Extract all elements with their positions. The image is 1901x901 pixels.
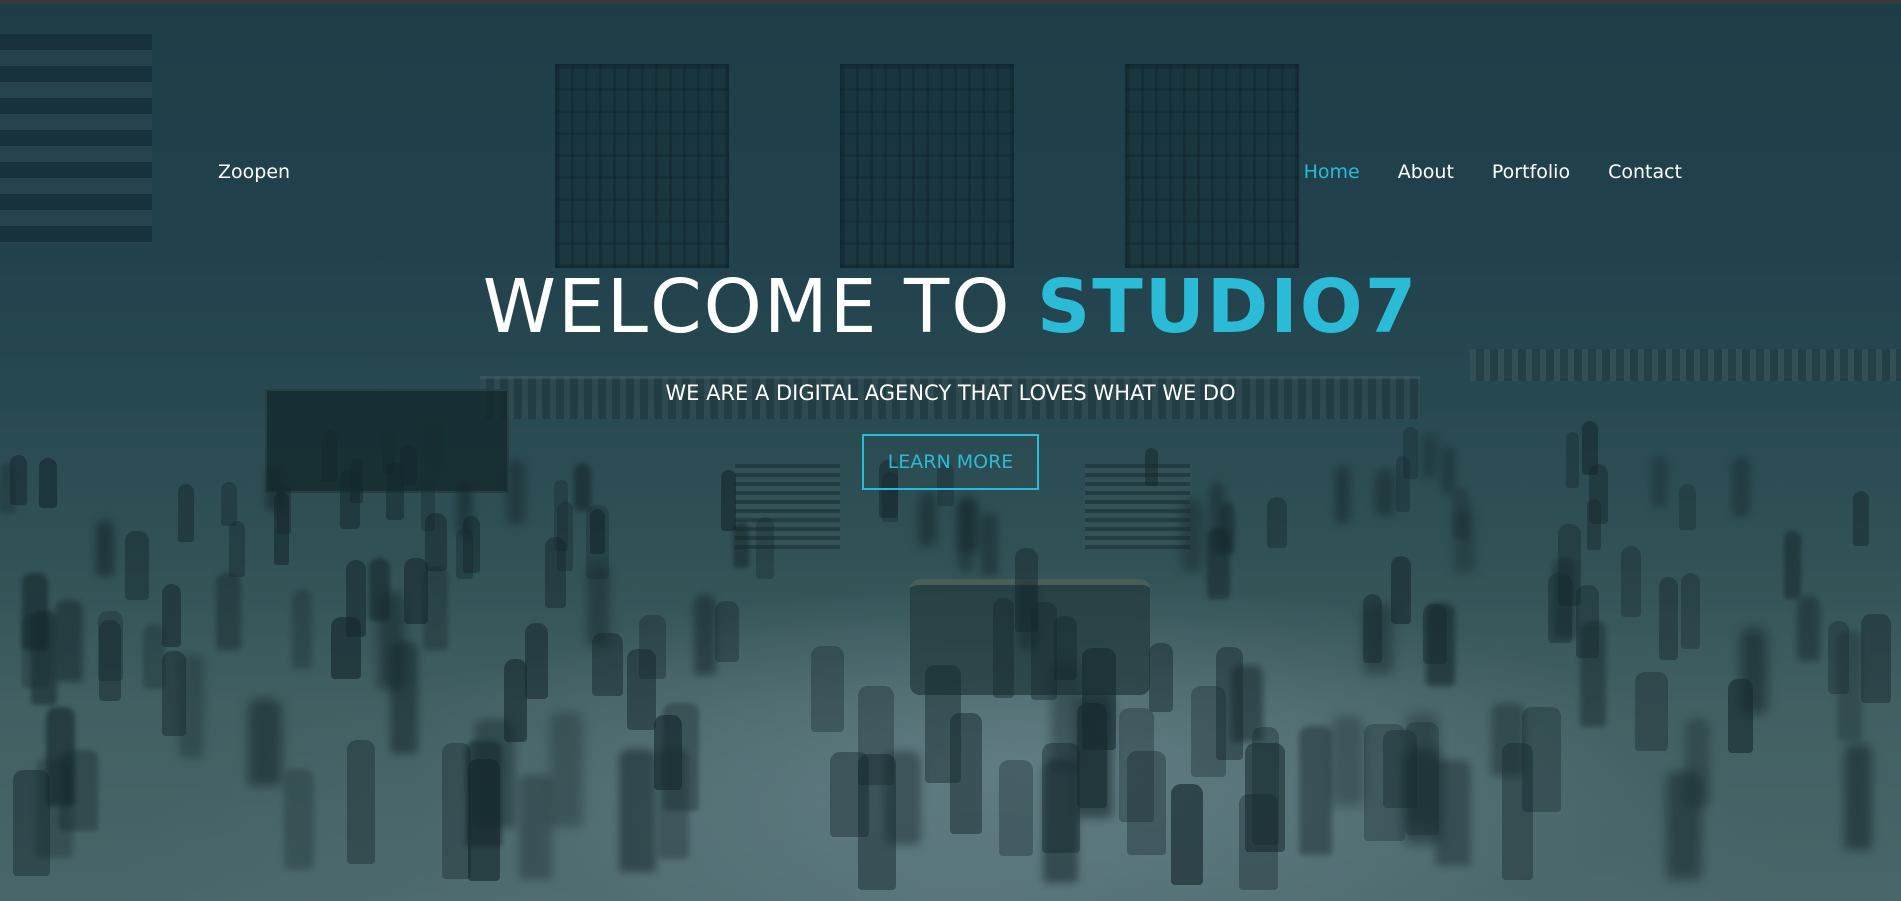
hero-title: WELCOME TO STUDIO7 bbox=[0, 262, 1901, 352]
nav-link-about[interactable]: About bbox=[1398, 161, 1454, 183]
hero-section: Zoopen Home About Portfolio Contact WELC… bbox=[0, 4, 1901, 901]
nav-menu: Home About Portfolio Contact bbox=[1304, 156, 1682, 188]
brand-logo-link[interactable]: Zoopen bbox=[218, 156, 290, 188]
top-navigation: Zoopen Home About Portfolio Contact bbox=[0, 156, 1901, 188]
nav-link-contact[interactable]: Contact bbox=[1608, 161, 1682, 183]
nav-item-portfolio: Portfolio bbox=[1492, 156, 1570, 188]
nav-link-home[interactable]: Home bbox=[1304, 161, 1360, 183]
hero-title-prefix: WELCOME TO bbox=[482, 264, 1037, 350]
learn-more-button[interactable]: LEARN MORE bbox=[861, 434, 1040, 490]
hero-title-accent: STUDIO7 bbox=[1036, 264, 1419, 350]
nav-link-portfolio[interactable]: Portfolio bbox=[1492, 161, 1570, 183]
nav-item-home: Home bbox=[1304, 156, 1360, 188]
nav-item-about: About bbox=[1398, 156, 1454, 188]
nav-item-contact: Contact bbox=[1608, 156, 1682, 188]
hero-subtitle: WE ARE A DIGITAL AGENCY THAT LOVES WHAT … bbox=[665, 381, 1236, 405]
hero-content: WELCOME TO STUDIO7 WE ARE A DIGITAL AGEN… bbox=[0, 262, 1901, 490]
